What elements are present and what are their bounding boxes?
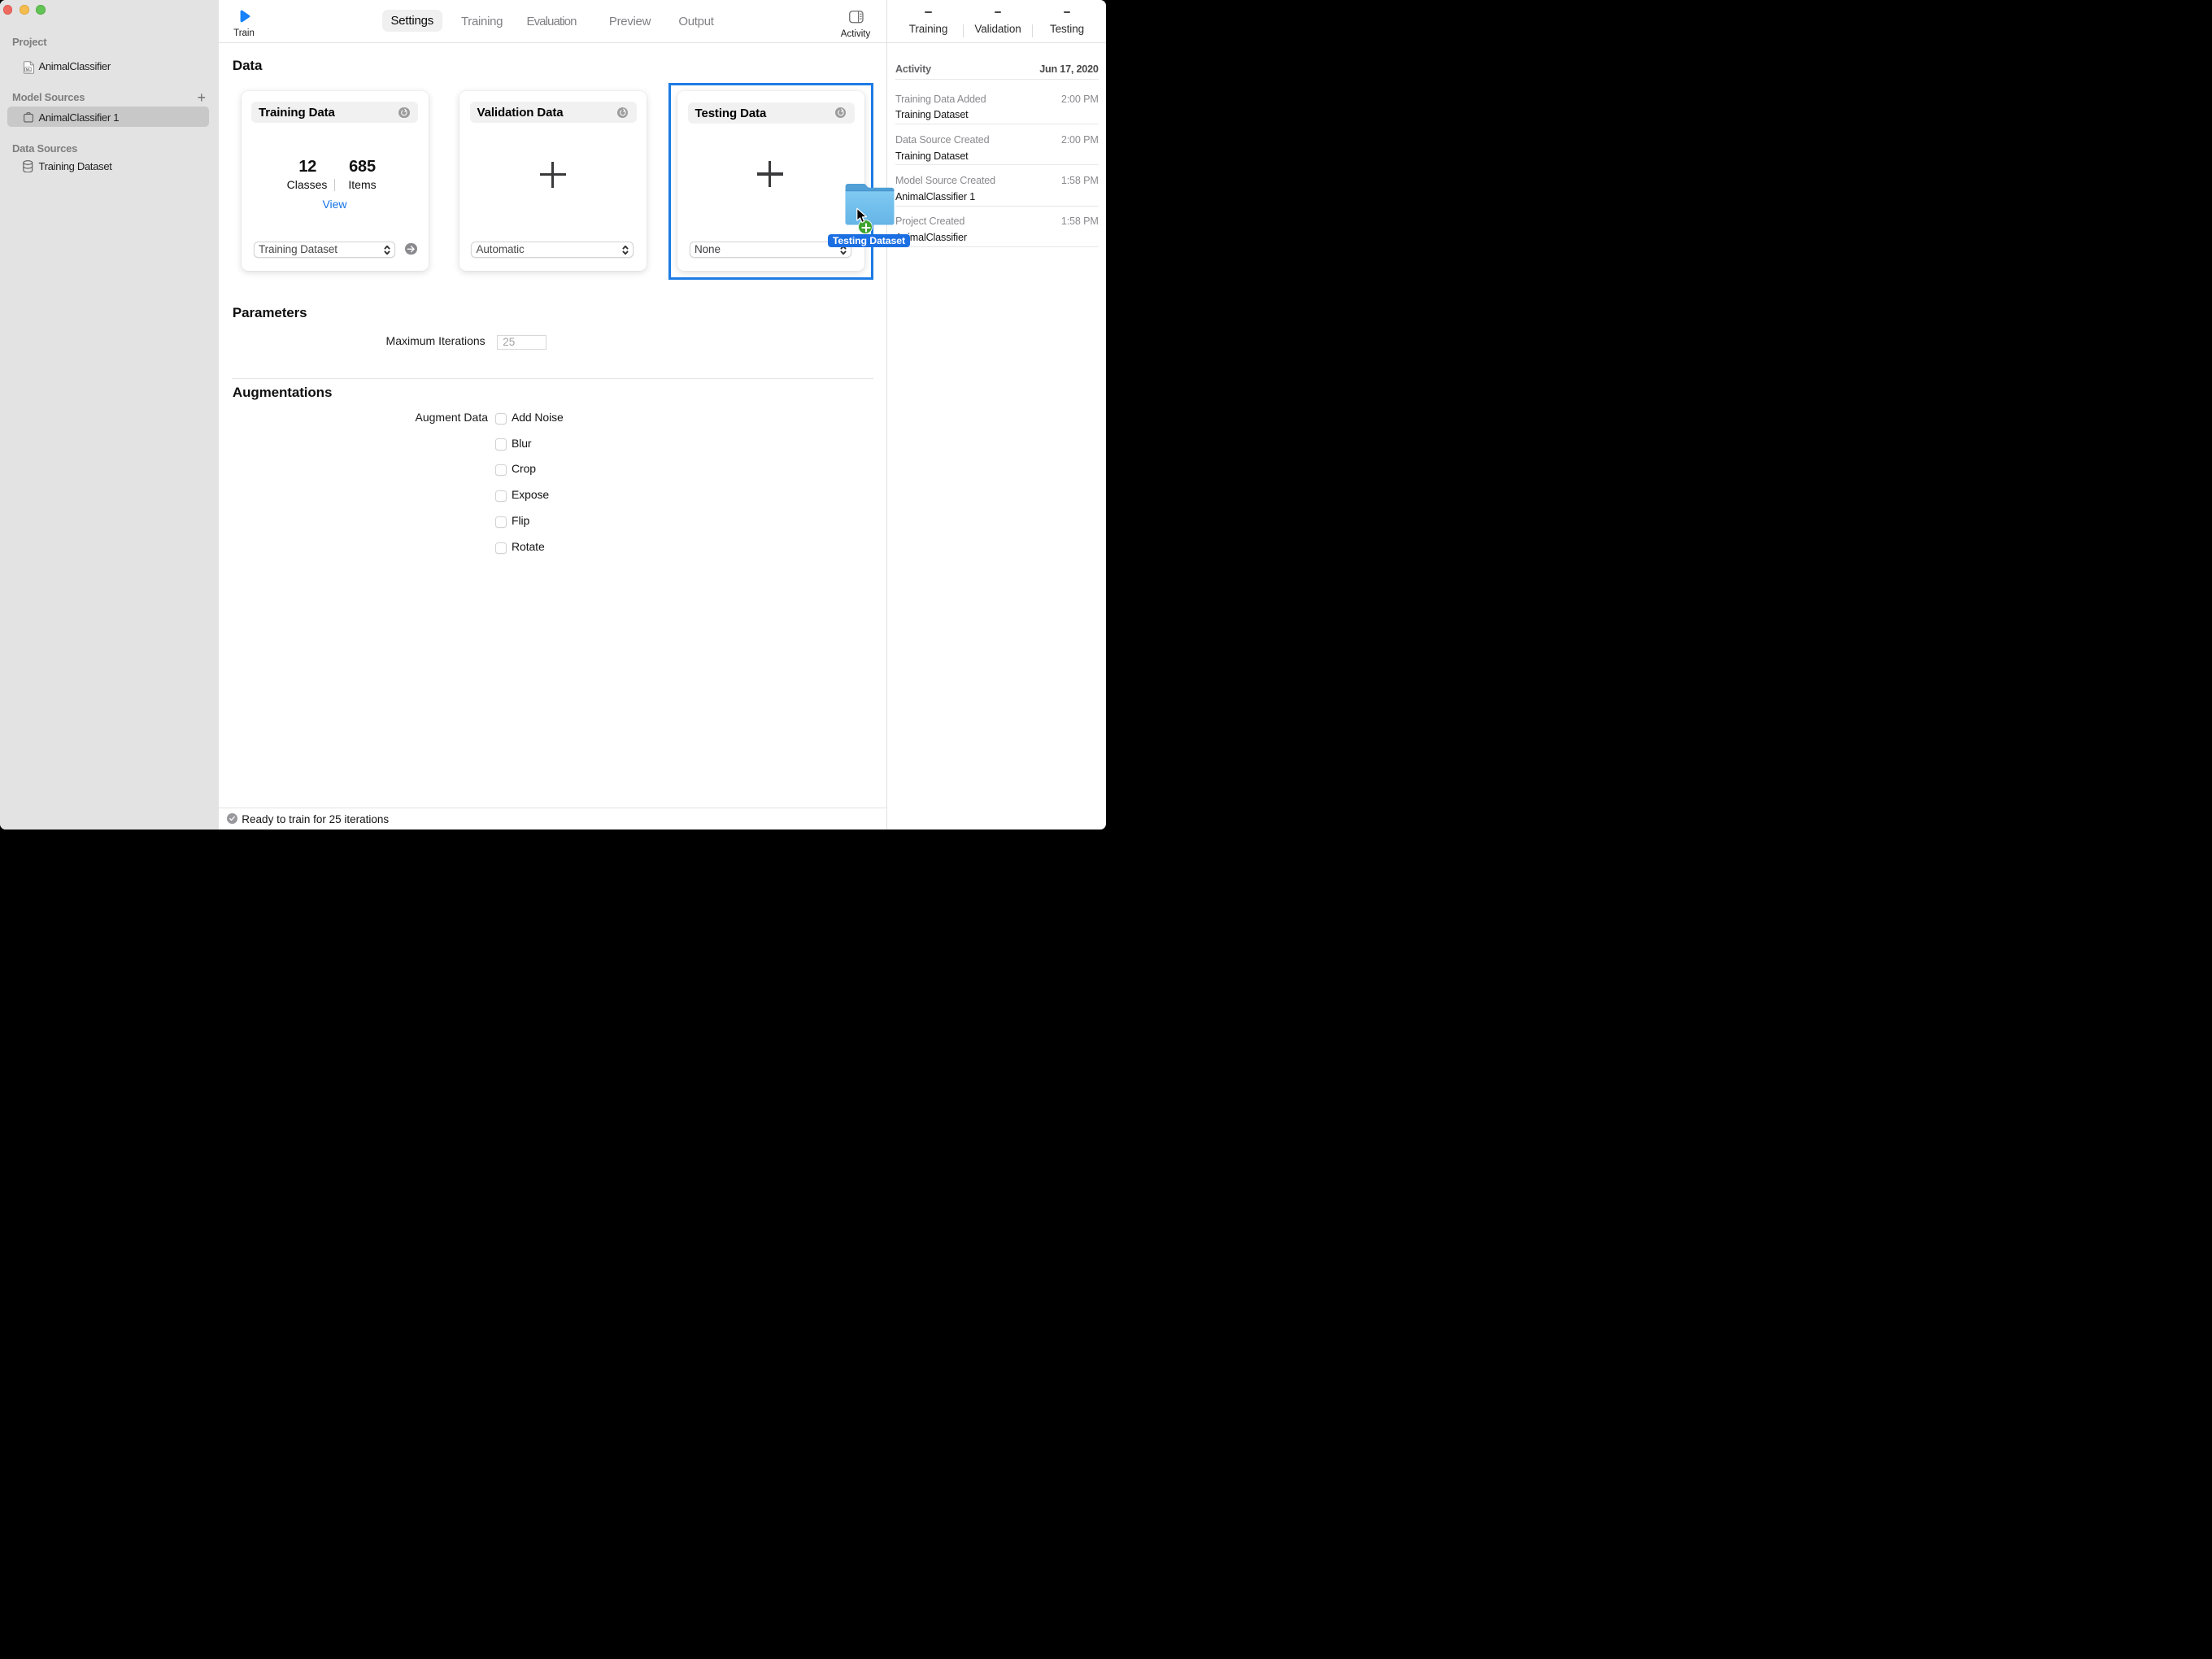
svg-text:ML: ML — [25, 67, 31, 72]
